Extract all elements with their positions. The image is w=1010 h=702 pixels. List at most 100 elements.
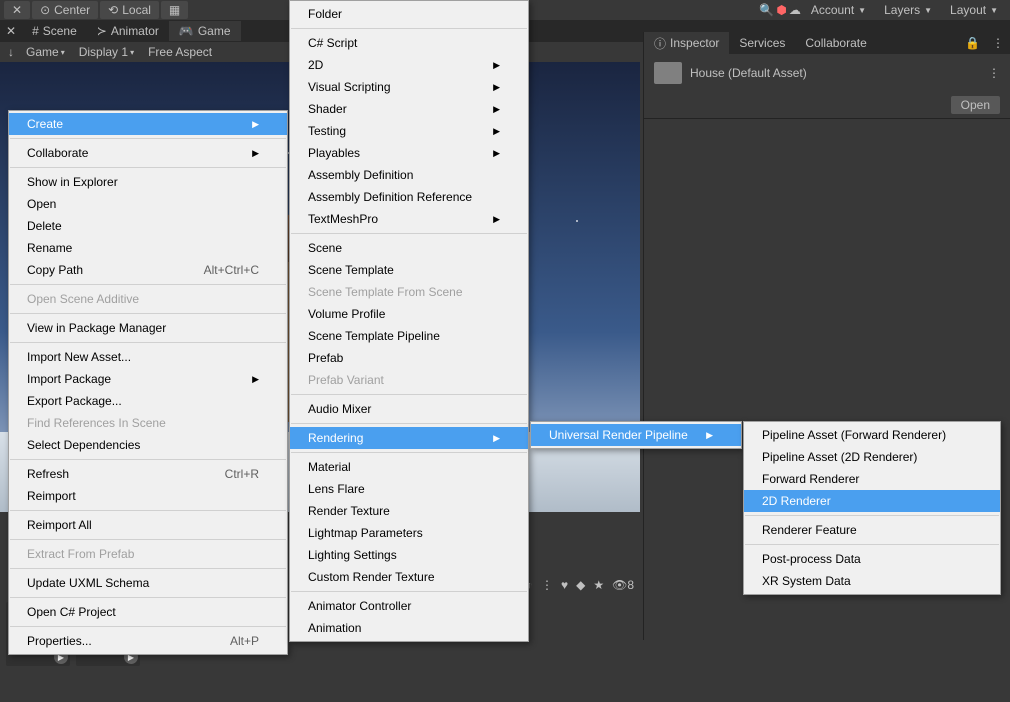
layers-dropdown[interactable]: Layers▼ [876, 1, 940, 19]
menu-item[interactable]: Open C# Project [9, 601, 287, 623]
tool-settings-icon[interactable]: ✕ [4, 1, 30, 19]
menu-item[interactable]: Animator Controller [290, 595, 528, 617]
submenu-arrow-icon: ▶ [493, 82, 500, 93]
menu-item[interactable]: Reimport All [9, 514, 287, 536]
cloud-icon[interactable]: ☁ [789, 3, 801, 17]
menu-item[interactable]: Volume Profile [290, 303, 528, 325]
menu-item[interactable]: Lighting Settings [290, 544, 528, 566]
menu-separator [291, 452, 527, 453]
menu-item[interactable]: Custom Render Texture [290, 566, 528, 588]
inspector-header: House (Default Asset) ⋮ [644, 54, 1010, 92]
menu-item[interactable]: Select Dependencies [9, 434, 287, 456]
menu-item-label: Pipeline Asset (2D Renderer) [762, 450, 917, 464]
aspect-dropdown[interactable]: Free Aspect [142, 43, 218, 61]
menu-item[interactable]: Prefab [290, 347, 528, 369]
folder-icon [654, 62, 682, 84]
menu-item[interactable]: Delete [9, 215, 287, 237]
tab-game[interactable]: 🎮Game [169, 21, 241, 41]
menu-item[interactable]: Import Package▶ [9, 368, 287, 390]
menu-item-label: Material [308, 460, 351, 474]
menu-item[interactable]: 2D Renderer [744, 490, 1000, 512]
menu-item[interactable]: C# Script [290, 32, 528, 54]
collab-icon[interactable]: ⬢ [776, 3, 786, 17]
tab-animator[interactable]: ≻Animator [87, 21, 169, 41]
chevron-down-icon: ▾ [130, 48, 134, 57]
tool-icon[interactable]: ✕ [0, 21, 22, 41]
menu-item[interactable]: Playables▶ [290, 142, 528, 164]
menu-separator [10, 138, 286, 139]
submenu-arrow-icon: ▶ [252, 374, 259, 385]
menu-item[interactable]: Import New Asset... [9, 346, 287, 368]
filter-type-icon[interactable]: ★ [593, 578, 604, 592]
lock-icon[interactable]: 🔒 [959, 36, 986, 50]
menu-item[interactable]: Scene Template Pipeline [290, 325, 528, 347]
tab-inspector[interactable]: ⓘInspector [644, 32, 729, 55]
menu-item[interactable]: TextMeshPro▶ [290, 208, 528, 230]
submenu-arrow-icon: ▶ [493, 104, 500, 115]
menu-item[interactable]: Testing▶ [290, 120, 528, 142]
grid-snap-button[interactable]: ▦ [161, 1, 188, 19]
menu-item[interactable]: Universal Render Pipeline▶ [531, 424, 741, 446]
menu-item[interactable]: Scene [290, 237, 528, 259]
menu-item-label: Animator Controller [308, 599, 411, 613]
kebab-icon[interactable]: ⋮ [986, 36, 1010, 50]
open-button[interactable]: Open [951, 96, 1000, 114]
menu-item[interactable]: Audio Mixer [290, 398, 528, 420]
menu-item[interactable]: Reimport [9, 485, 287, 507]
menu-item[interactable]: View in Package Manager [9, 317, 287, 339]
menu-item[interactable]: RefreshCtrl+R [9, 463, 287, 485]
tab-scene[interactable]: #Scene [22, 21, 87, 41]
asset-name: House (Default Asset) [690, 66, 807, 80]
layout-dropdown[interactable]: Layout▼ [942, 1, 1006, 19]
kebab-icon[interactable]: ⋮ [541, 578, 553, 592]
menu-item[interactable]: Export Package... [9, 390, 287, 412]
menu-item[interactable]: Material [290, 456, 528, 478]
menu-item[interactable]: Lightmap Parameters [290, 522, 528, 544]
menu-item-label: Playables [308, 146, 360, 160]
menu-item[interactable]: Pipeline Asset (Forward Renderer) [744, 424, 1000, 446]
tab-label: Inspector [670, 36, 719, 50]
filter-tag-icon[interactable]: ◆ [576, 578, 585, 592]
filter-favorites-icon[interactable]: ♥ [561, 578, 568, 592]
menu-item-label: Forward Renderer [762, 472, 859, 486]
menu-item[interactable]: Visual Scripting▶ [290, 76, 528, 98]
display-dropdown[interactable]: Display 1▾ [73, 43, 140, 61]
menu-item[interactable]: Renderer Feature [744, 519, 1000, 541]
tab-services[interactable]: Services [729, 33, 795, 53]
menu-item-label: Assembly Definition [308, 168, 413, 182]
menu-item[interactable]: 2D▶ [290, 54, 528, 76]
menu-item[interactable]: Render Texture [290, 500, 528, 522]
menu-item[interactable]: Update UXML Schema [9, 572, 287, 594]
menu-item[interactable]: Properties...Alt+P [9, 630, 287, 652]
menu-item[interactable]: Post-process Data [744, 548, 1000, 570]
tool-icon[interactable]: ↓ [4, 43, 18, 61]
menu-item[interactable]: Open [9, 193, 287, 215]
menu-item[interactable]: Forward Renderer [744, 468, 1000, 490]
menu-item[interactable]: Copy PathAlt+Ctrl+C [9, 259, 287, 281]
account-dropdown[interactable]: Account▼ [803, 1, 874, 19]
menu-item[interactable]: Lens Flare [290, 478, 528, 500]
menu-item[interactable]: Assembly Definition Reference [290, 186, 528, 208]
menu-item[interactable]: XR System Data [744, 570, 1000, 592]
kebab-icon[interactable]: ⋮ [988, 66, 1000, 80]
local-space-button[interactable]: ⟲Local [100, 1, 159, 19]
game-dropdown[interactable]: Game▾ [20, 43, 71, 61]
menu-item[interactable]: Animation [290, 617, 528, 639]
layers-label: Layers [884, 3, 920, 17]
center-pivot-button[interactable]: ⊙Center [32, 1, 98, 19]
menu-item[interactable]: Collaborate▶ [9, 142, 287, 164]
menu-item[interactable]: Scene Template [290, 259, 528, 281]
hidden-count[interactable]: 👁8 [612, 578, 634, 592]
menu-item[interactable]: Show in Explorer [9, 171, 287, 193]
menu-item[interactable]: Pipeline Asset (2D Renderer) [744, 446, 1000, 468]
tab-label: Collaborate [805, 36, 866, 50]
menu-item[interactable]: Rename [9, 237, 287, 259]
search-icon[interactable]: 🔍 [759, 3, 774, 17]
menu-item[interactable]: Rendering▶ [290, 427, 528, 449]
menu-item[interactable]: Create▶ [9, 113, 287, 135]
menu-item[interactable]: Folder [290, 3, 528, 25]
menu-item[interactable]: Assembly Definition [290, 164, 528, 186]
menu-item-label: Open C# Project [27, 605, 116, 619]
tab-collaborate[interactable]: Collaborate [795, 33, 876, 53]
menu-item[interactable]: Shader▶ [290, 98, 528, 120]
